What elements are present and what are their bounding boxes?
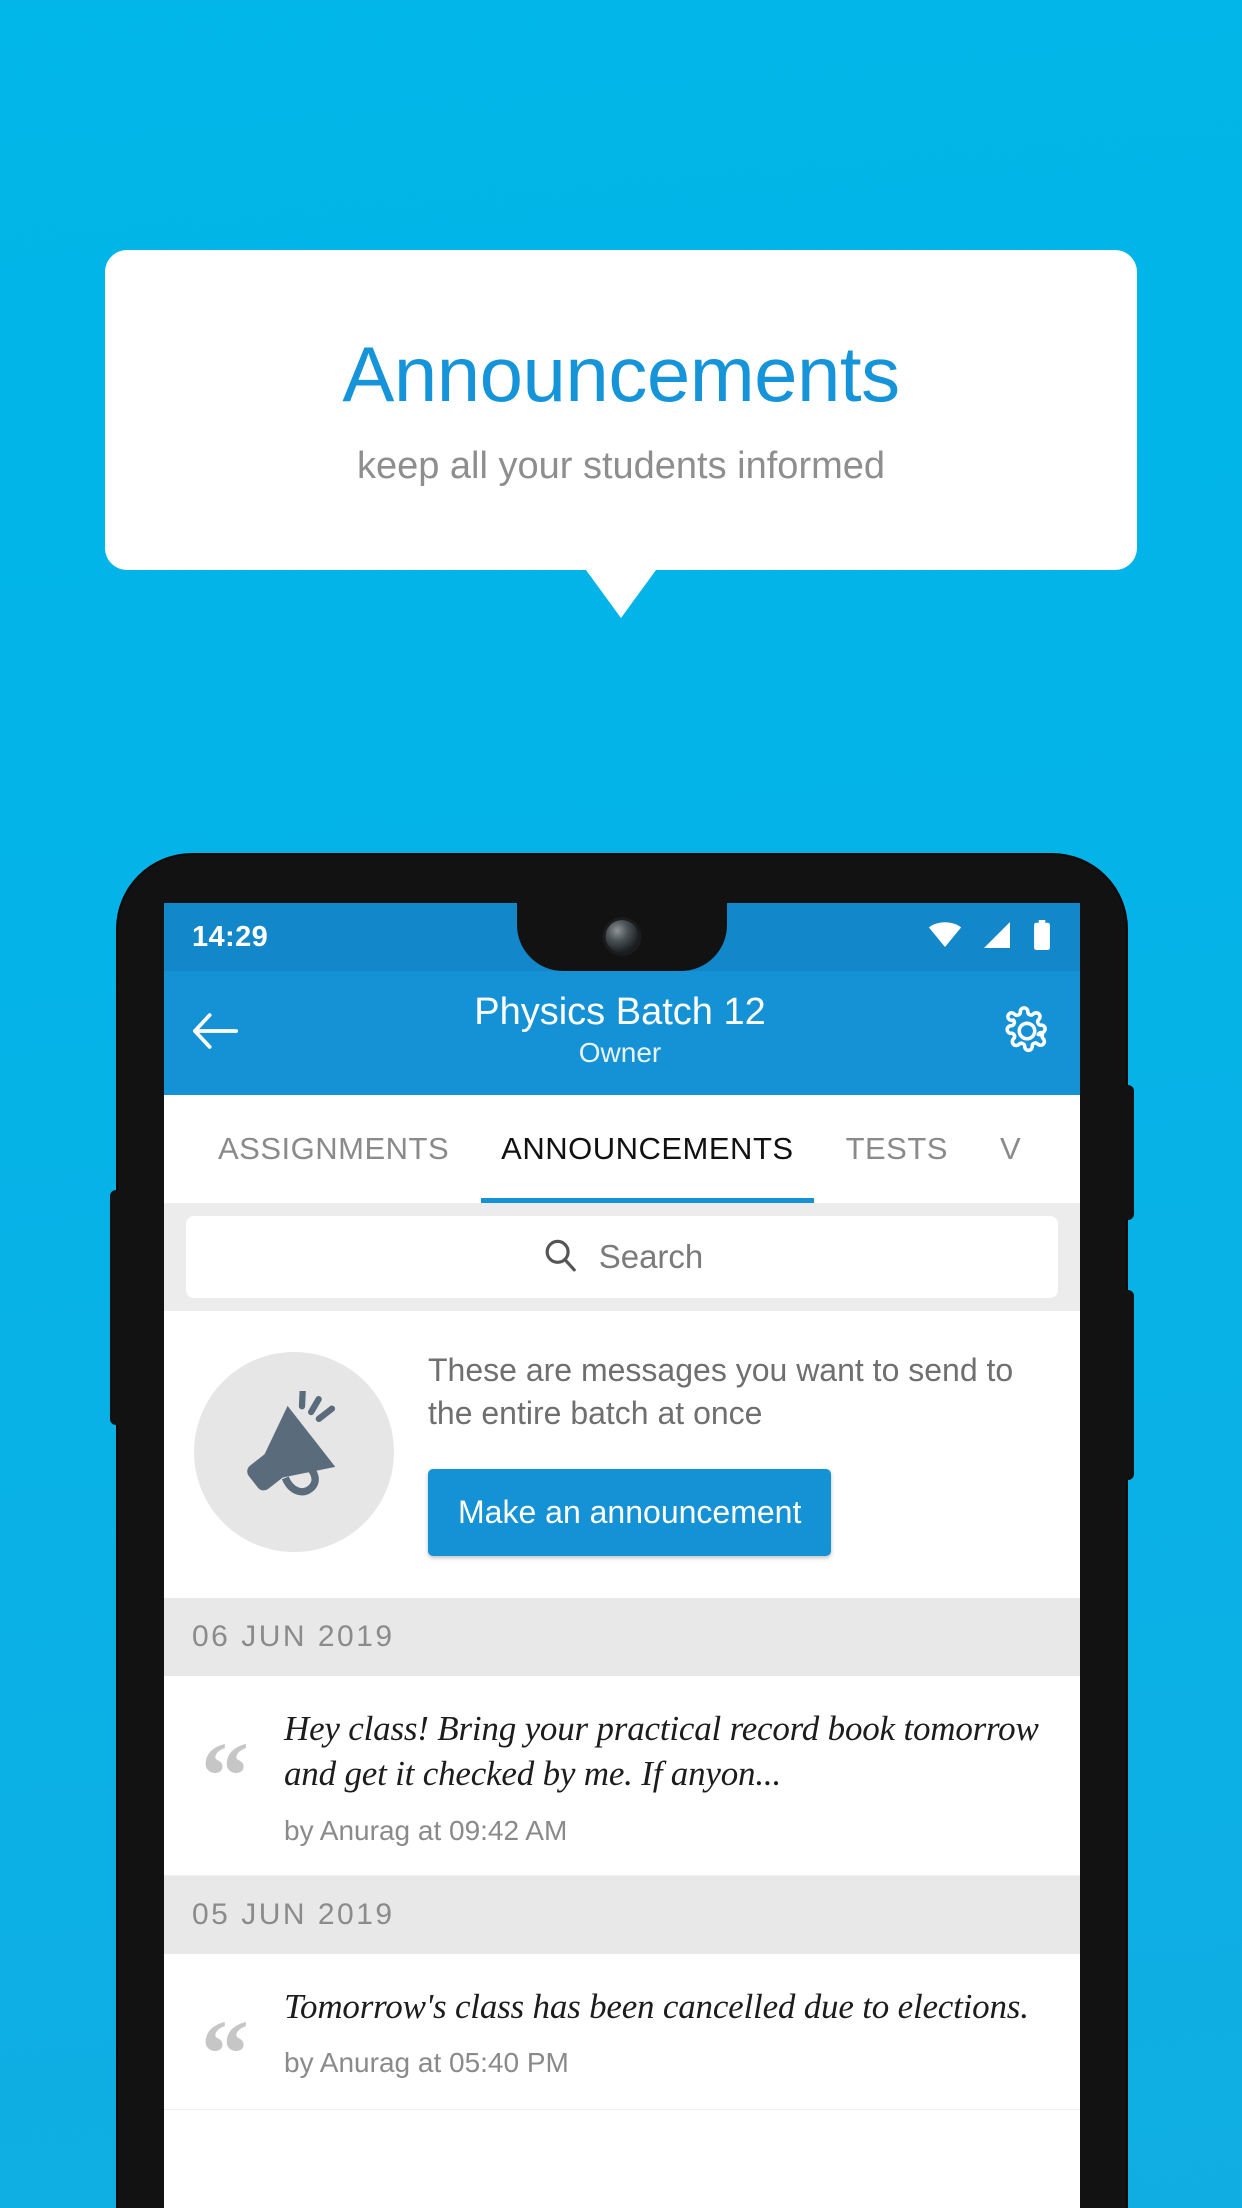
tab-announcements[interactable]: ANNOUNCEMENTS — [475, 1095, 819, 1203]
app-bar: Physics Batch 12 Owner — [164, 971, 1080, 1095]
date-header: 05 JUN 2019 — [164, 1875, 1080, 1954]
tab-overflow[interactable]: V — [974, 1095, 1047, 1203]
announcement-meta: by Anurag at 09:42 AM — [284, 1814, 568, 1846]
tab-assignments[interactable]: ASSIGNMENTS — [192, 1095, 475, 1203]
announcement-list-item[interactable]: “ Hey class! Bring your practical record… — [164, 1675, 1080, 1876]
tab-bar: ASSIGNMENTS ANNOUNCEMENTS TESTS V — [164, 1095, 1080, 1203]
gear-icon[interactable] — [1002, 1005, 1052, 1061]
megaphone-icon — [235, 1386, 353, 1514]
announcement-meta: by Anurag at 05:40 PM — [284, 2047, 569, 2079]
announcement-body: Tomorrow's class has been cancelled due … — [284, 1984, 1054, 2081]
announcement-body: Hey class! Bring your practical record b… — [284, 1706, 1054, 1847]
arrow-left-icon[interactable] — [192, 1012, 239, 1055]
empty-state-description: These are messages you want to send to t… — [428, 1352, 1014, 1431]
date-header: 06 JUN 2019 — [164, 1597, 1080, 1676]
promo-subtitle: keep all your students informed — [356, 445, 886, 487]
empty-state-content: These are messages you want to send to t… — [428, 1349, 1050, 1556]
phone-button-power — [110, 1190, 122, 1425]
phone-button-volume-down — [1120, 1290, 1134, 1480]
status-time: 14:29 — [192, 920, 269, 953]
announcement-text: Tomorrow's class has been cancelled due … — [284, 1986, 1029, 2026]
front-camera — [605, 920, 639, 953]
announcement-text: Hey class! Bring your practical record b… — [284, 1708, 1039, 1794]
search-input[interactable]: Search — [186, 1216, 1058, 1298]
make-announcement-button[interactable]: Make an announcement — [428, 1468, 832, 1556]
quote-icon: “ — [201, 1721, 249, 1829]
page-subtitle: Owner — [578, 1036, 662, 1068]
phone-button-volume-up — [1120, 1085, 1134, 1220]
battery-icon — [1032, 919, 1052, 955]
search-section: Search — [164, 1203, 1080, 1311]
promo-title: Announcements — [342, 330, 900, 418]
announcement-list-item[interactable]: “ Tomorrow's class has been cancelled du… — [164, 1953, 1080, 2110]
megaphone-icon-circle — [194, 1352, 394, 1553]
wifi-icon — [928, 921, 962, 953]
search-placeholder: Search — [598, 1238, 704, 1275]
quote-icon: “ — [201, 1999, 249, 2107]
status-icons — [928, 919, 1052, 955]
phone-screen: 14:29 Physics Batch 12 Owner ASSIGNMENTS… — [164, 903, 1080, 2208]
page-title: Physics Batch 12 — [474, 990, 766, 1033]
empty-state-card: These are messages you want to send to t… — [164, 1311, 1080, 1598]
promo-callout-tail — [586, 570, 656, 618]
tab-tests[interactable]: TESTS — [820, 1095, 974, 1203]
promo-callout-card: Announcements keep all your students inf… — [105, 250, 1137, 570]
signal-icon — [982, 921, 1012, 953]
app-bar-titles: Physics Batch 12 Owner — [238, 991, 1002, 1071]
phone-notch — [517, 903, 727, 971]
phone-mockup: 14:29 Physics Batch 12 Owner ASSIGNMENTS… — [118, 855, 1126, 2208]
search-icon — [541, 1236, 579, 1279]
